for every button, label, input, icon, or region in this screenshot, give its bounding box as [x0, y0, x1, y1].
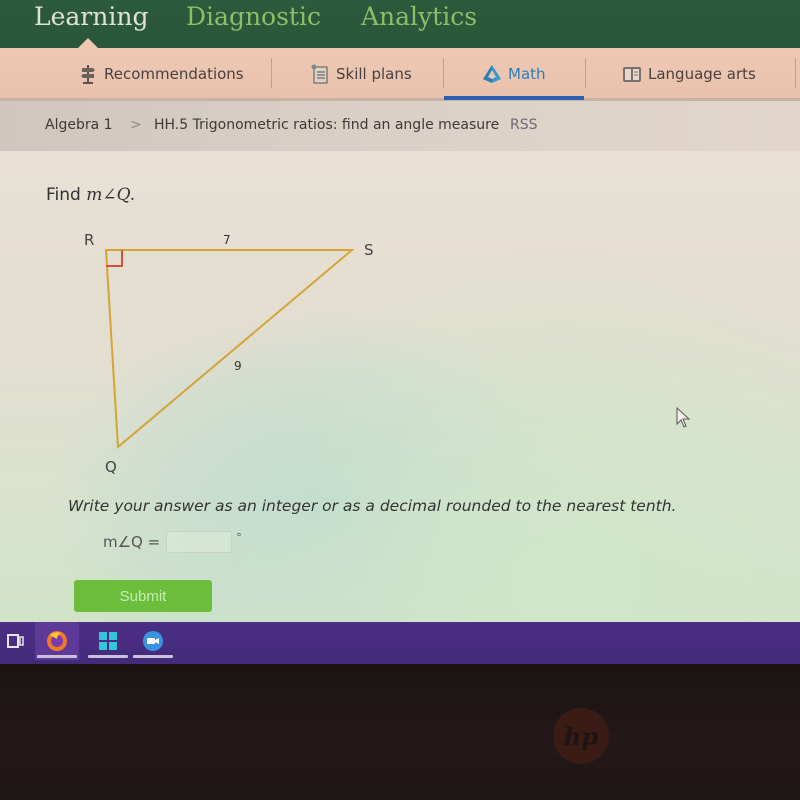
divider — [443, 58, 444, 88]
divider — [795, 58, 796, 88]
breadcrumb: Algebra 1 > HH.5 Trigonometric ratios: f… — [0, 101, 800, 151]
running-indicator — [88, 655, 128, 658]
subject-bar: Recommendations Skill plans Math Languag… — [0, 48, 800, 101]
breadcrumb-skill: HH.5 Trigonometric ratios: find an angle… — [154, 117, 500, 133]
firefox-icon — [47, 631, 67, 651]
breadcrumb-course[interactable]: Algebra 1 — [45, 117, 113, 133]
triangle-figure: R S Q 7 9 — [84, 231, 374, 476]
hp-logo: hp — [553, 708, 609, 764]
subject-recommendations[interactable]: Recommendations — [78, 62, 244, 86]
zoom-icon — [143, 631, 163, 651]
right-angle-marker — [106, 250, 123, 267]
taskbar — [0, 622, 800, 664]
subject-skill-plans[interactable]: Skill plans — [310, 62, 412, 86]
subject-label: Skill plans — [336, 65, 412, 83]
subject-label: Language arts — [648, 65, 756, 83]
submit-button[interactable]: Submit — [74, 580, 212, 612]
running-indicator — [133, 655, 173, 658]
taskbar-zoom[interactable] — [131, 622, 175, 660]
divider — [585, 58, 586, 88]
answer-input[interactable] — [166, 531, 233, 553]
subject-language-arts[interactable]: Language arts — [622, 62, 756, 86]
tab-learning[interactable]: Learning — [34, 0, 148, 40]
answer-instructions: Write your answer as an integer or as a … — [68, 497, 677, 515]
tab-diagnostic[interactable]: Diagnostic — [186, 0, 321, 40]
vertex-label-q: Q — [105, 458, 117, 476]
subject-math[interactable]: Math — [482, 62, 546, 86]
windows-icon — [99, 632, 117, 650]
laptop-bezel — [0, 664, 800, 800]
signpost-icon — [81, 65, 95, 84]
vertex-label-s: S — [364, 241, 374, 259]
book-icon — [623, 67, 641, 82]
question-area: Find m∠Q. R S Q 7 9 Write your answer as… — [0, 151, 800, 626]
side-label-qs: 9 — [234, 359, 242, 373]
breadcrumb-separator: > — [130, 117, 142, 133]
side-label-rs: 7 — [223, 233, 231, 247]
active-subject-indicator — [444, 96, 584, 100]
triangle-shape — [104, 249, 355, 450]
answer-label: m∠Q = — [103, 533, 161, 551]
mouse-cursor-icon — [676, 407, 691, 428]
taskbar-windows-store[interactable] — [86, 622, 130, 660]
active-tab-caret — [78, 38, 98, 48]
subject-label: Recommendations — [104, 65, 244, 83]
breadcrumb-skill-code: RSS — [510, 117, 538, 133]
screen: Learning Diagnostic Analytics Recommenda… — [0, 0, 800, 668]
vertex-label-r: R — [84, 231, 94, 249]
answer-row: m∠Q = ° — [103, 531, 242, 553]
divider — [271, 58, 272, 88]
degree-symbol: ° — [236, 530, 242, 544]
task-view-icon — [7, 634, 24, 648]
pyramid-icon — [483, 65, 501, 83]
tab-analytics[interactable]: Analytics — [361, 0, 477, 40]
checklist-icon — [311, 64, 328, 84]
subject-label: Math — [508, 65, 546, 83]
taskbar-task-view[interactable] — [0, 622, 38, 660]
active-indicator — [37, 655, 77, 658]
top-navigation: Learning Diagnostic Analytics — [0, 0, 800, 48]
taskbar-firefox[interactable] — [35, 622, 79, 660]
